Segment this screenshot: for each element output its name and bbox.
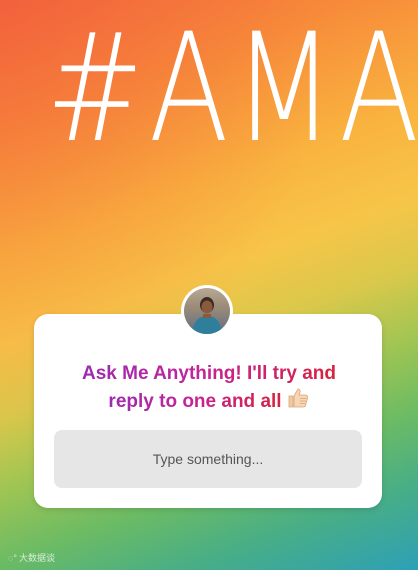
reply-placeholder: Type something... — [152, 451, 264, 467]
watermark-logo-icon: ◌° — [8, 552, 17, 563]
reply-input[interactable]: Type something... — [54, 430, 362, 488]
person-silhouette-icon — [192, 297, 222, 334]
thumbs-up-icon — [286, 386, 310, 417]
avatar — [181, 285, 233, 337]
hashtag-title: #AMA — [45, 2, 418, 176]
prompt-line-1: Ask Me Anything! I'll try and — [81, 363, 336, 384]
avatar-photo — [184, 288, 230, 334]
watermark: ◌° 大数据谈 — [8, 551, 55, 564]
prompt-line-2: reply to one and all — [0, 386, 418, 417]
question-prompt: Ask Me Anything! I'll try and reply to o… — [0, 361, 418, 417]
watermark-text: 大数据谈 — [18, 553, 55, 563]
